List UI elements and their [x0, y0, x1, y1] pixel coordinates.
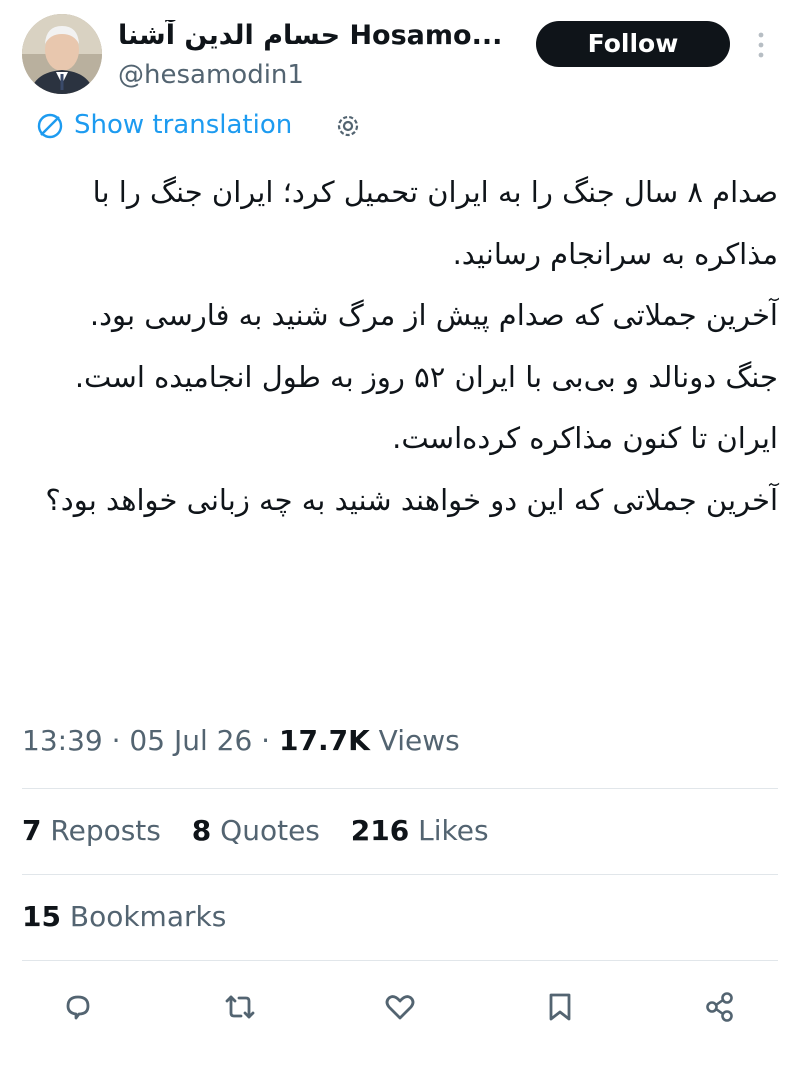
reposts-count: 7 [22, 814, 42, 847]
tweet-date[interactable]: 05 Jul 26 [129, 724, 252, 757]
divider [22, 874, 778, 875]
views-count: 17.7K [278, 724, 370, 757]
reposts-label: Reposts [50, 814, 161, 847]
bookmark-icon[interactable] [538, 985, 582, 1029]
bookmarks-count: 15 [22, 900, 61, 933]
divider [22, 960, 778, 961]
tweet-paragraph: آخرین جملاتی که صدام پیش از مرگ شنید به … [89, 298, 778, 332]
action-bar [0, 985, 800, 1035]
tweet-paragraph: ایران تا کنون مذاکره کرده‌است. [392, 421, 778, 455]
more-options-icon[interactable] [754, 30, 768, 60]
reply-icon[interactable] [56, 985, 100, 1029]
author-handle[interactable]: @hesamodin1 [118, 60, 304, 90]
translate-icon [34, 110, 66, 142]
bookmarks-label: Bookmarks [69, 900, 227, 933]
repost-icon[interactable] [218, 985, 262, 1029]
likes-label: Likes [418, 814, 489, 847]
meta-separator: · [261, 724, 271, 757]
quotes-stat[interactable]: 8 Quotes [192, 814, 320, 847]
like-icon[interactable] [378, 985, 422, 1029]
avatar-photo [22, 14, 102, 94]
tweet-paragraph: آخرین جملاتی که این دو خواهند شنید به چه… [45, 482, 778, 517]
gear-icon[interactable] [334, 112, 362, 140]
likes-stat[interactable]: 216 Likes [351, 814, 489, 847]
share-icon[interactable] [698, 985, 742, 1029]
tweet-header: حسام الدین آشنا Hosamo... @hesamodin1 Fo… [0, 0, 800, 110]
bookmarks-stat[interactable]: 15 Bookmarks [22, 900, 226, 933]
follow-button[interactable]: Follow [536, 21, 730, 67]
tweet-paragraph: جنگ دونالد و بی‌بی با ایران ۵۲ روز به طو… [74, 359, 778, 394]
tweet-time[interactable]: 13:39 [22, 724, 103, 757]
tweet-paragraph: صدام ۸ سال جنگ را به ایران تحمیل کرد؛ ای… [92, 175, 778, 271]
divider [22, 788, 778, 789]
quotes-count: 8 [191, 814, 212, 847]
tweet-meta: 13:39 · 05 Jul 26 · 17.7K Views [22, 724, 460, 757]
show-translation-link[interactable]: Show translation [74, 110, 292, 140]
quotes-label: Quotes [220, 814, 320, 847]
author-display-name[interactable]: حسام الدین آشنا Hosamo... [118, 20, 508, 51]
meta-separator: · [111, 724, 121, 757]
tweet-text: صدام ۸ سال جنگ را به ایران تحمیل کرد؛ ای… [22, 162, 778, 531]
likes-count: 216 [350, 814, 410, 847]
engagement-stats: 7 Reposts 8 Quotes 216 Likes [22, 814, 511, 847]
avatar[interactable] [22, 14, 102, 94]
views-label: Views [378, 724, 460, 757]
reposts-stat[interactable]: 7 Reposts [22, 814, 161, 847]
